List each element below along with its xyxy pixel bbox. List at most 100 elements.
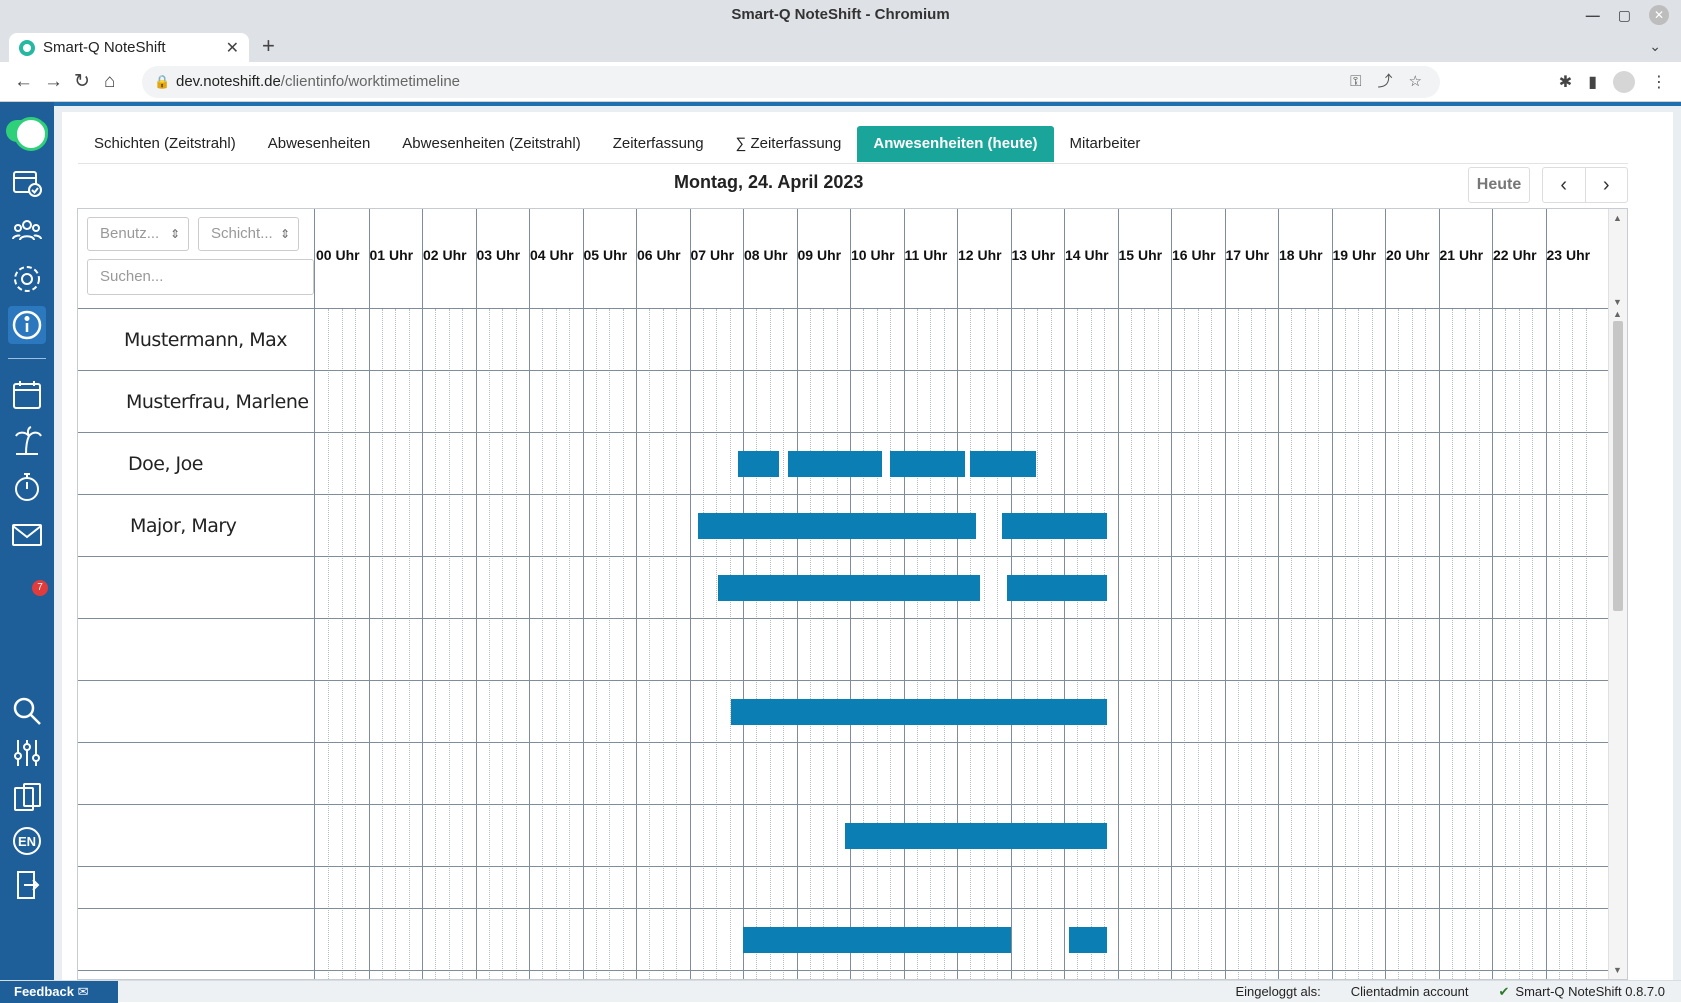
hour-label: 13 Uhr — [1011, 247, 1056, 263]
browser-menu-icon[interactable]: ⋮ — [1651, 72, 1667, 92]
hour-gridline — [1331, 209, 1333, 979]
palm-tree-icon[interactable] — [8, 422, 46, 460]
tab-3[interactable]: Zeiterfassung — [597, 126, 720, 162]
employee-row[interactable]: Major, Mary — [78, 495, 315, 557]
row-gridline — [315, 970, 1608, 971]
attendance-bar[interactable] — [743, 927, 1011, 953]
team-icon[interactable] — [8, 212, 46, 250]
quarter-gridline — [448, 309, 450, 979]
profile-avatar[interactable] — [1613, 71, 1635, 93]
tab-1[interactable]: Abwesenheiten — [252, 126, 387, 162]
attendance-bar[interactable] — [788, 451, 883, 477]
employee-row[interactable] — [78, 867, 315, 909]
tab-6[interactable]: Mitarbeiter — [1054, 126, 1157, 162]
bookmark-star-icon[interactable]: ☆ — [1409, 66, 1422, 98]
quarter-gridline — [649, 309, 651, 979]
quarter-gridline — [876, 309, 878, 979]
mail-icon[interactable] — [8, 516, 46, 554]
quarter-gridline — [1478, 309, 1480, 979]
maximize-icon[interactable]: ▢ — [1618, 0, 1631, 30]
attendance-bar[interactable] — [970, 451, 1036, 477]
sliders-icon[interactable] — [8, 734, 46, 772]
next-day-icon[interactable]: › — [1586, 168, 1628, 202]
scroll-arrow-up-icon[interactable]: ▲ — [1613, 309, 1622, 319]
hour-label: 10 Uhr — [851, 247, 895, 263]
language-label: EN — [18, 834, 36, 849]
attendance-bar[interactable] — [890, 451, 966, 477]
hour-gridline — [582, 209, 584, 979]
scroll-arrow-icon[interactable]: ▼ — [1613, 297, 1622, 307]
hour-label: 03 Uhr — [476, 247, 521, 263]
hour-gridline — [689, 209, 691, 979]
url-input[interactable]: 🔒 dev.noteshift.de/clientinfo/worktimeti… — [142, 66, 1440, 98]
browser-tab[interactable]: Smart-Q NoteShift ✕ — [9, 33, 249, 62]
employee-row[interactable] — [78, 909, 315, 971]
attendance-bar[interactable] — [731, 699, 1107, 725]
scroll-thumb[interactable] — [1613, 321, 1623, 611]
employee-row[interactable] — [78, 805, 315, 867]
back-icon[interactable]: ← — [14, 62, 33, 102]
shift-select[interactable]: Schicht... — [198, 217, 299, 251]
feedback-button[interactable]: Feedback ✉ — [0, 981, 118, 1003]
new-tab-icon[interactable]: + — [262, 30, 275, 62]
language-icon[interactable]: EN — [8, 822, 46, 860]
employee-row[interactable] — [78, 619, 315, 681]
hour-gridline — [1492, 209, 1493, 979]
forward-icon[interactable]: → — [44, 62, 63, 102]
logout-icon[interactable] — [8, 866, 46, 904]
tab-search-chevron-icon[interactable]: ⌄ — [1649, 30, 1661, 62]
hour-label: 07 Uhr — [690, 247, 735, 263]
gear-icon[interactable] — [8, 260, 46, 298]
tab-2[interactable]: Abwesenheiten (Zeitstrahl) — [386, 126, 596, 162]
row-gridline — [315, 494, 1608, 495]
employee-name: Musterfrau, Marlene — [126, 390, 309, 413]
attendance-bar[interactable] — [717, 575, 980, 601]
scroll-down-icon[interactable]: ▼ — [1613, 965, 1622, 975]
share-icon[interactable]: ⤴ — [1378, 66, 1393, 98]
attendance-bar[interactable] — [1002, 513, 1107, 539]
devices-icon[interactable] — [8, 778, 46, 816]
hour-gridline — [1545, 209, 1547, 979]
search-input[interactable]: Suchen... — [87, 259, 314, 295]
tab-4[interactable]: ∑ Zeiterfassung — [720, 126, 858, 162]
home-icon[interactable]: ⌂ — [104, 62, 115, 102]
attendance-bar[interactable] — [697, 513, 976, 539]
employee-row[interactable] — [78, 681, 315, 743]
hour-gridline — [368, 209, 370, 979]
employee-row[interactable]: Musterfrau, Marlene — [78, 371, 315, 433]
hour-label: 18 Uhr — [1279, 247, 1323, 263]
employee-row[interactable]: Doe, Joe — [78, 433, 315, 495]
user-select[interactable]: Benutz... — [87, 217, 189, 251]
attendance-bar[interactable] — [1069, 927, 1107, 953]
key-icon[interactable]: ⚿ — [1350, 66, 1361, 98]
minimize-icon[interactable]: — — [1586, 0, 1600, 30]
attendance-bar[interactable] — [844, 823, 1107, 849]
employee-row[interactable] — [78, 743, 315, 805]
mail-badge: 7 — [32, 580, 48, 596]
vertical-scrollbar[interactable]: ▲ ▼ ▲ ▼ — [1608, 209, 1627, 979]
stopwatch-icon[interactable] — [8, 468, 46, 506]
search-icon[interactable] — [8, 692, 46, 730]
employee-row[interactable] — [78, 557, 315, 619]
close-tab-icon[interactable]: ✕ — [226, 38, 239, 58]
reload-icon[interactable]: ↻ — [74, 62, 90, 102]
quarter-gridline — [756, 309, 758, 979]
quarter-gridline — [783, 309, 785, 979]
prev-day-icon[interactable]: ‹ — [1543, 168, 1586, 202]
info-icon[interactable] — [8, 306, 46, 344]
side-panel-icon[interactable]: ▮ — [1588, 72, 1597, 92]
calendar-icon[interactable] — [8, 376, 46, 414]
close-window-icon[interactable]: ✕ — [1649, 5, 1669, 25]
today-button[interactable]: Heute — [1468, 167, 1530, 203]
quarter-gridline — [1237, 309, 1239, 979]
attendance-bar[interactable] — [737, 451, 779, 477]
attendance-bar[interactable] — [1006, 575, 1107, 601]
employee-row[interactable]: Mustermann, Max — [78, 309, 315, 371]
tab-5[interactable]: Anwesenheiten (heute) — [857, 126, 1054, 162]
scroll-up-icon[interactable]: ▲ — [1613, 213, 1622, 223]
clock-toggle[interactable] — [6, 117, 48, 151]
extensions-icon[interactable]: ✱ — [1559, 72, 1572, 92]
calendar-check-icon[interactable] — [8, 164, 46, 202]
tab-0[interactable]: Schichten (Zeitstrahl) — [78, 126, 252, 162]
sidebar: 7 EN — [0, 102, 54, 980]
